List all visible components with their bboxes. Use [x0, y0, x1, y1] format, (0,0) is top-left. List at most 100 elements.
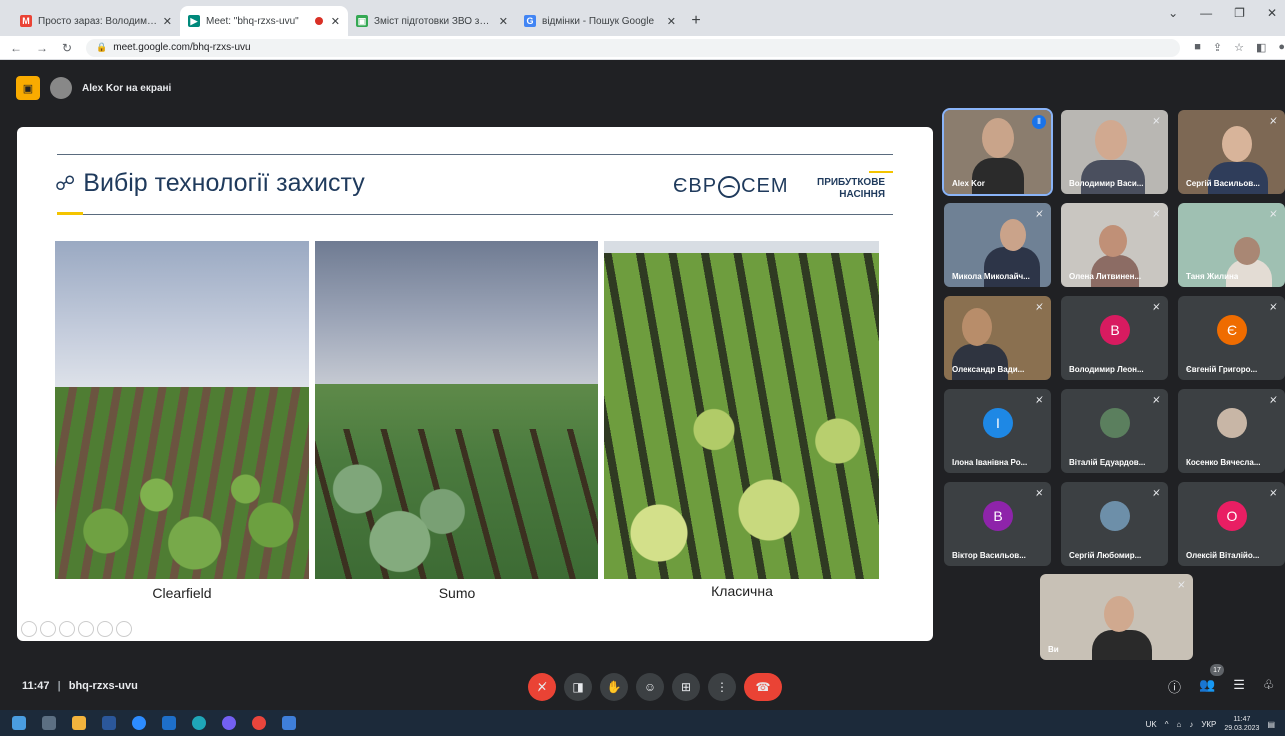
word-icon[interactable]: [102, 716, 116, 730]
participant-name: Олександр Вади...: [952, 365, 1025, 374]
zoom-icon[interactable]: [97, 621, 113, 637]
participant-tile[interactable]: Є ✕̸ Євгеній Григоро...: [1178, 296, 1285, 380]
mic-toggle-button[interactable]: ✕̸: [528, 673, 556, 701]
camera-icon[interactable]: ■: [1194, 41, 1201, 54]
participant-tile[interactable]: ✕̸ Віталій Едуардов...: [1061, 389, 1168, 473]
emoji-button[interactable]: ☺: [636, 673, 664, 701]
keyboard-layout[interactable]: UK: [1146, 720, 1157, 729]
info-icon[interactable]: ⓘ: [1168, 677, 1181, 696]
raise-hand-button[interactable]: ✋: [600, 673, 628, 701]
minus-icon[interactable]: [116, 621, 132, 637]
document-icon: ▣: [356, 15, 368, 27]
participant-tile[interactable]: ✕̸ Володимир Васи...: [1061, 110, 1168, 194]
present-button[interactable]: ⊞: [672, 673, 700, 701]
participant-tile[interactable]: ✕̸ Сергій Васильов...: [1178, 110, 1285, 194]
avatar: [1100, 408, 1130, 438]
chrome-icon[interactable]: [252, 716, 266, 730]
reload-icon[interactable]: ↻: [62, 41, 72, 55]
close-icon[interactable]: ✕: [499, 15, 508, 28]
mic-off-icon: ✕̸: [1152, 116, 1160, 126]
tab-study-content[interactable]: ▣ Зміст підготовки ЗВО за освітн... ✕: [348, 6, 516, 36]
avatar: [50, 77, 72, 99]
play-icon[interactable]: [40, 621, 56, 637]
participant-name: Alex Kor: [952, 179, 985, 188]
tab-title: Просто зараз: Володимир Вас...: [38, 15, 159, 27]
network-icon[interactable]: ⌂: [1176, 720, 1181, 729]
app-icon[interactable]: [282, 716, 296, 730]
close-icon[interactable]: ✕: [163, 15, 172, 28]
people-icon[interactable]: 👥: [1199, 677, 1215, 696]
minimize-icon[interactable]: —: [1200, 6, 1212, 20]
clock[interactable]: 11:47 29.03.2023: [1224, 715, 1259, 733]
participant-tile[interactable]: ✕̸ Сергій Любомир...: [1061, 482, 1168, 566]
sidebar-icon[interactable]: ◧: [1256, 41, 1266, 54]
mic-off-icon: ✕̸: [1177, 580, 1185, 590]
restore-icon[interactable]: ❐: [1234, 6, 1245, 20]
meeting-code: bhq-rzxs-uvu: [68, 680, 138, 692]
participant-tile[interactable]: О ✕̸ Олексій Віталійо...: [1178, 482, 1285, 566]
tab-google-search[interactable]: G відмінки - Пошук Google ✕: [516, 6, 684, 36]
mic-off-icon: ✕̸: [1152, 209, 1160, 219]
more-options-button[interactable]: ⋮: [708, 673, 736, 701]
chevron-down-icon[interactable]: ⌄: [1168, 6, 1178, 20]
language-indicator[interactable]: УКР: [1201, 720, 1216, 729]
participant-tile[interactable]: В ✕̸ Володимир Леон...: [1061, 296, 1168, 380]
participant-tile[interactable]: ✕̸ Таня Жилина: [1178, 203, 1285, 287]
participant-name: Володимир Васи...: [1069, 179, 1144, 188]
brand-tagline-line1: ПРИБУТКОВЕ: [817, 177, 886, 188]
url-field[interactable]: 🔒 meet.google.com/bhq-rzxs-uvu: [86, 38, 1181, 57]
photo-clearfield: [55, 241, 309, 579]
mic-off-icon: ✕̸: [1035, 488, 1043, 498]
participant-name: Микола Миколайч...: [952, 272, 1030, 281]
participant-tile[interactable]: ⦀ Alex Kor: [942, 108, 1053, 196]
task-view-icon[interactable]: [42, 716, 56, 730]
back-icon[interactable]: ←: [10, 41, 22, 55]
presenter-label: Alex Kor на екрані: [82, 82, 172, 94]
call-controls: ✕̸ ◨ ✋ ☺ ⊞ ⋮ ☎: [528, 673, 782, 701]
participant-tile[interactable]: ✕̸ Косенко Вячесла...: [1178, 389, 1285, 473]
presenter-bar: ▣ Alex Kor на екрані: [16, 75, 171, 101]
new-tab-button[interactable]: +: [684, 6, 708, 36]
forward-icon[interactable]: →: [36, 41, 48, 55]
chevron-up-icon[interactable]: ^: [1165, 720, 1169, 729]
recording-icon: [314, 17, 323, 25]
activities-icon[interactable]: ♧: [1263, 677, 1275, 696]
present-screen-icon[interactable]: ▣: [16, 76, 40, 100]
participant-name: Таня Жилина: [1186, 272, 1239, 281]
close-window-icon[interactable]: ✕: [1267, 6, 1277, 20]
tab-meet[interactable]: ▶ Meet: "bhq-rzxs-uvu" ✕: [180, 6, 348, 36]
star-icon[interactable]: ☆: [1234, 41, 1244, 54]
shared-slide: ☍ Вибір технології захисту ЄВР СЕМ ПРИБУ…: [17, 127, 933, 641]
participant-tile[interactable]: ✕̸ Олена Литвинен...: [1061, 203, 1168, 287]
participant-tile[interactable]: І ✕̸ Ілона Іванівна Ро...: [944, 389, 1051, 473]
self-view-tile[interactable]: ✕̸ Ви: [1040, 574, 1193, 660]
store-icon[interactable]: [162, 716, 176, 730]
mic-off-icon: ✕̸: [1152, 395, 1160, 405]
camera-toggle-button[interactable]: ◨: [564, 673, 592, 701]
pen-icon[interactable]: [59, 621, 75, 637]
notifications-icon[interactable]: ▤: [1267, 720, 1275, 729]
profile-icon[interactable]: ●: [1278, 41, 1285, 54]
system-tray: UK ^ ⌂ ♪ УКР 11:47 29.03.2023 ▤: [1146, 715, 1275, 733]
brand-right: СЕМ: [741, 175, 789, 197]
viber-icon[interactable]: [222, 716, 236, 730]
tab-gmail[interactable]: M Просто зараз: Володимир Вас... ✕: [12, 6, 180, 36]
close-icon[interactable]: ✕: [667, 15, 676, 28]
participant-tile[interactable]: ✕̸ Микола Миколайч...: [944, 203, 1051, 287]
participant-tile[interactable]: В ✕̸ Віктор Васильов...: [944, 482, 1051, 566]
windows-start-icon[interactable]: [12, 716, 26, 730]
leave-call-button[interactable]: ☎: [744, 673, 782, 701]
prev-icon[interactable]: [21, 621, 37, 637]
address-bar-row: ← → ↻ 🔒 meet.google.com/bhq-rzxs-uvu ■ ⇪…: [0, 36, 1285, 60]
copy-icon[interactable]: [78, 621, 94, 637]
chat-icon[interactable]: ☰: [1233, 677, 1245, 696]
volume-icon[interactable]: ♪: [1189, 720, 1193, 729]
participant-tile[interactable]: ✕̸ Олександр Вади...: [944, 296, 1051, 380]
edge-icon[interactable]: [192, 716, 206, 730]
file-explorer-icon[interactable]: [72, 716, 86, 730]
zoom-app-icon[interactable]: [132, 716, 146, 730]
photo-classic: [604, 241, 879, 579]
close-icon[interactable]: ✕: [331, 15, 340, 28]
mic-off-icon: ✕̸: [1152, 488, 1160, 498]
share-icon[interactable]: ⇪: [1213, 41, 1222, 54]
